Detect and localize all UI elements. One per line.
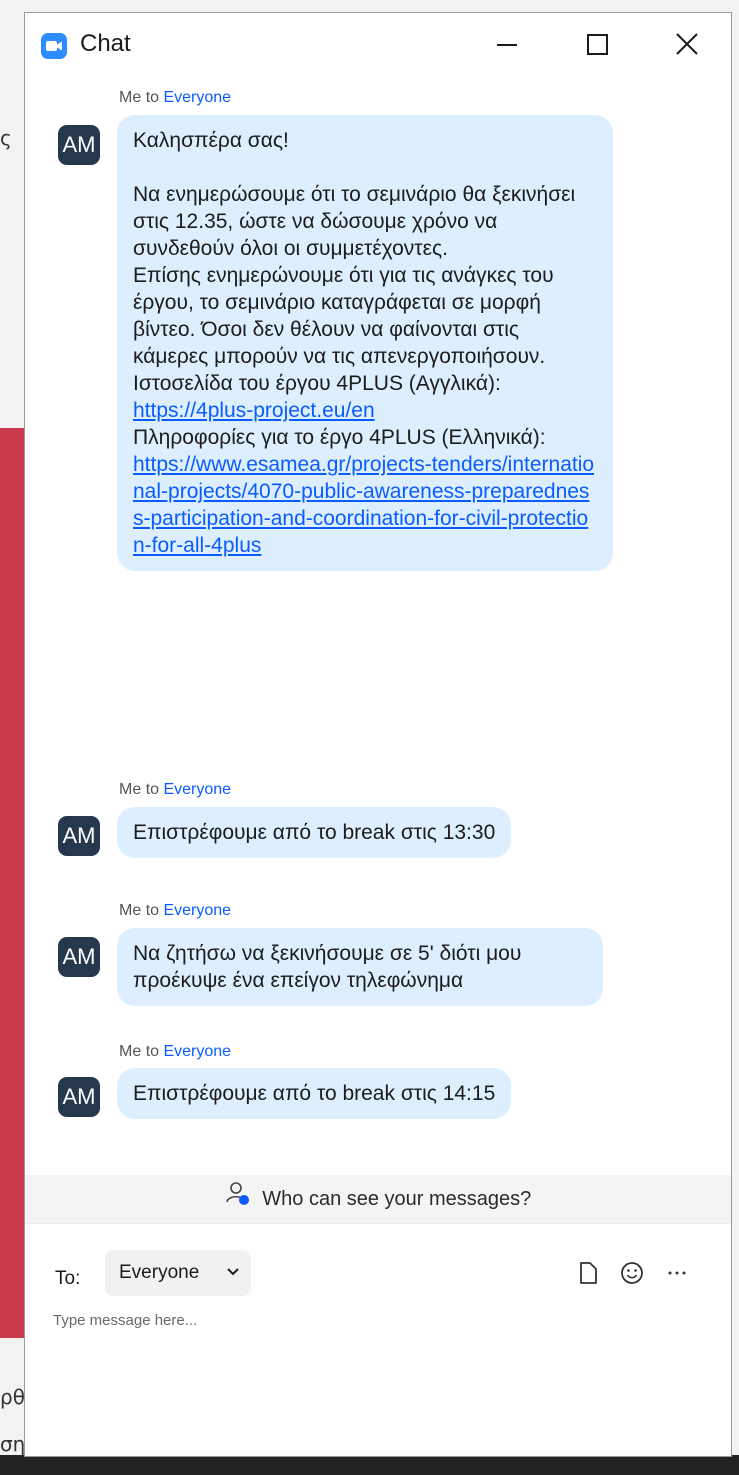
title-bar: Chat [25, 13, 731, 75]
message-text: Επιστρέφουμε από το break στις 13:30 [133, 821, 496, 844]
recipient-link[interactable]: Everyone [163, 781, 231, 798]
message-text: Καλησπέρα σας! [133, 129, 289, 152]
message-text: Επιστρέφουμε από το break στις 14:15 [133, 1082, 496, 1105]
message-bubble[interactable]: Καλησπέρα σας! Να ενημερώσουμε ότι το σε… [117, 115, 613, 571]
avatar[interactable]: AM [58, 125, 100, 165]
maximize-icon [587, 34, 608, 55]
message-text: Ιστοσελίδα του έργου 4PLUS (Αγγλικά): [133, 372, 501, 395]
message-input[interactable] [53, 1312, 703, 1432]
recipient-value: Everyone [119, 1262, 200, 1283]
message-header: Me to Everyone [119, 781, 231, 799]
sender-name: Me [119, 781, 142, 798]
close-icon [676, 33, 698, 55]
window-title: Chat [80, 30, 131, 57]
chevron-down-icon [227, 1268, 239, 1276]
recipient-link[interactable]: Everyone [163, 1043, 231, 1060]
message-link[interactable]: https://4plus-project.eu/en [133, 399, 375, 422]
privacy-link[interactable]: Who can see your messages? [262, 1188, 531, 1210]
avatar[interactable]: AM [58, 816, 100, 856]
message-text: Πληροφορίες για το έργο 4PLUS (Ελληνικά)… [133, 426, 546, 449]
message-bubble[interactable]: Επιστρέφουμε από το break στις 14:15 [117, 1068, 512, 1119]
avatar[interactable]: AM [58, 937, 100, 977]
composer: To: Everyone [25, 1223, 731, 1456]
message-bubble[interactable]: Να ζητήσω να ξεκινήσουμε σε 5' διότι μου… [117, 928, 603, 1006]
message-header: Me to Everyone [119, 89, 231, 107]
message-bubble[interactable]: Επιστρέφουμε από το break στις 13:30 [117, 807, 512, 858]
message-text: Να ενημερώσουμε ότι το σεμινάριο θα ξεκι… [133, 183, 576, 260]
sender-connector: to [145, 89, 160, 106]
emoji-icon[interactable] [619, 1260, 645, 1286]
to-label: To: [55, 1268, 81, 1289]
privacy-info-bar[interactable]: Who can see your messages? [25, 1175, 731, 1223]
message-link[interactable]: https://www.esamea.gr/projects-tenders/i… [133, 453, 594, 557]
message-blank-line [133, 154, 597, 181]
sender-name: Me [119, 902, 142, 919]
recipient-dropdown[interactable]: Everyone [105, 1250, 251, 1296]
message-text: Επίσης ενημερώνουμε ότι για τις ανάγκες … [133, 264, 554, 368]
message-list[interactable]: Me to Everyone AM Καλησπέρα σας! Να ενημ… [25, 75, 731, 1175]
avatar[interactable]: AM [58, 1077, 100, 1117]
chat-window: Chat Me to Everyone AM Καλησπέρα σας! Να… [24, 12, 732, 1457]
recipient-link[interactable]: Everyone [163, 902, 231, 919]
minimize-button[interactable] [479, 21, 535, 67]
message-header: Me to Everyone [119, 902, 231, 920]
close-button[interactable] [659, 21, 715, 67]
recipient-link[interactable]: Everyone [163, 89, 231, 106]
minimize-icon [497, 44, 517, 46]
sender-connector: to [145, 781, 160, 798]
sender-name: Me [119, 1043, 142, 1060]
sender-connector: to [145, 1043, 160, 1060]
more-icon[interactable] [664, 1260, 690, 1286]
sender-connector: to [145, 902, 160, 919]
file-icon[interactable] [576, 1260, 600, 1286]
message-header: Me to Everyone [119, 1043, 231, 1061]
maximize-button[interactable] [570, 21, 626, 67]
screen: ς ρθ ση Chat Me to Everyone AM Καλησπέρα… [0, 0, 739, 1475]
sender-name: Me [119, 89, 142, 106]
person-privacy-icon [225, 1176, 251, 1224]
zoom-camera-icon [41, 33, 67, 59]
message-text: Να ζητήσω να ξεκινήσουμε σε 5' διότι μου… [133, 942, 522, 992]
background-taskbar [0, 1455, 739, 1475]
